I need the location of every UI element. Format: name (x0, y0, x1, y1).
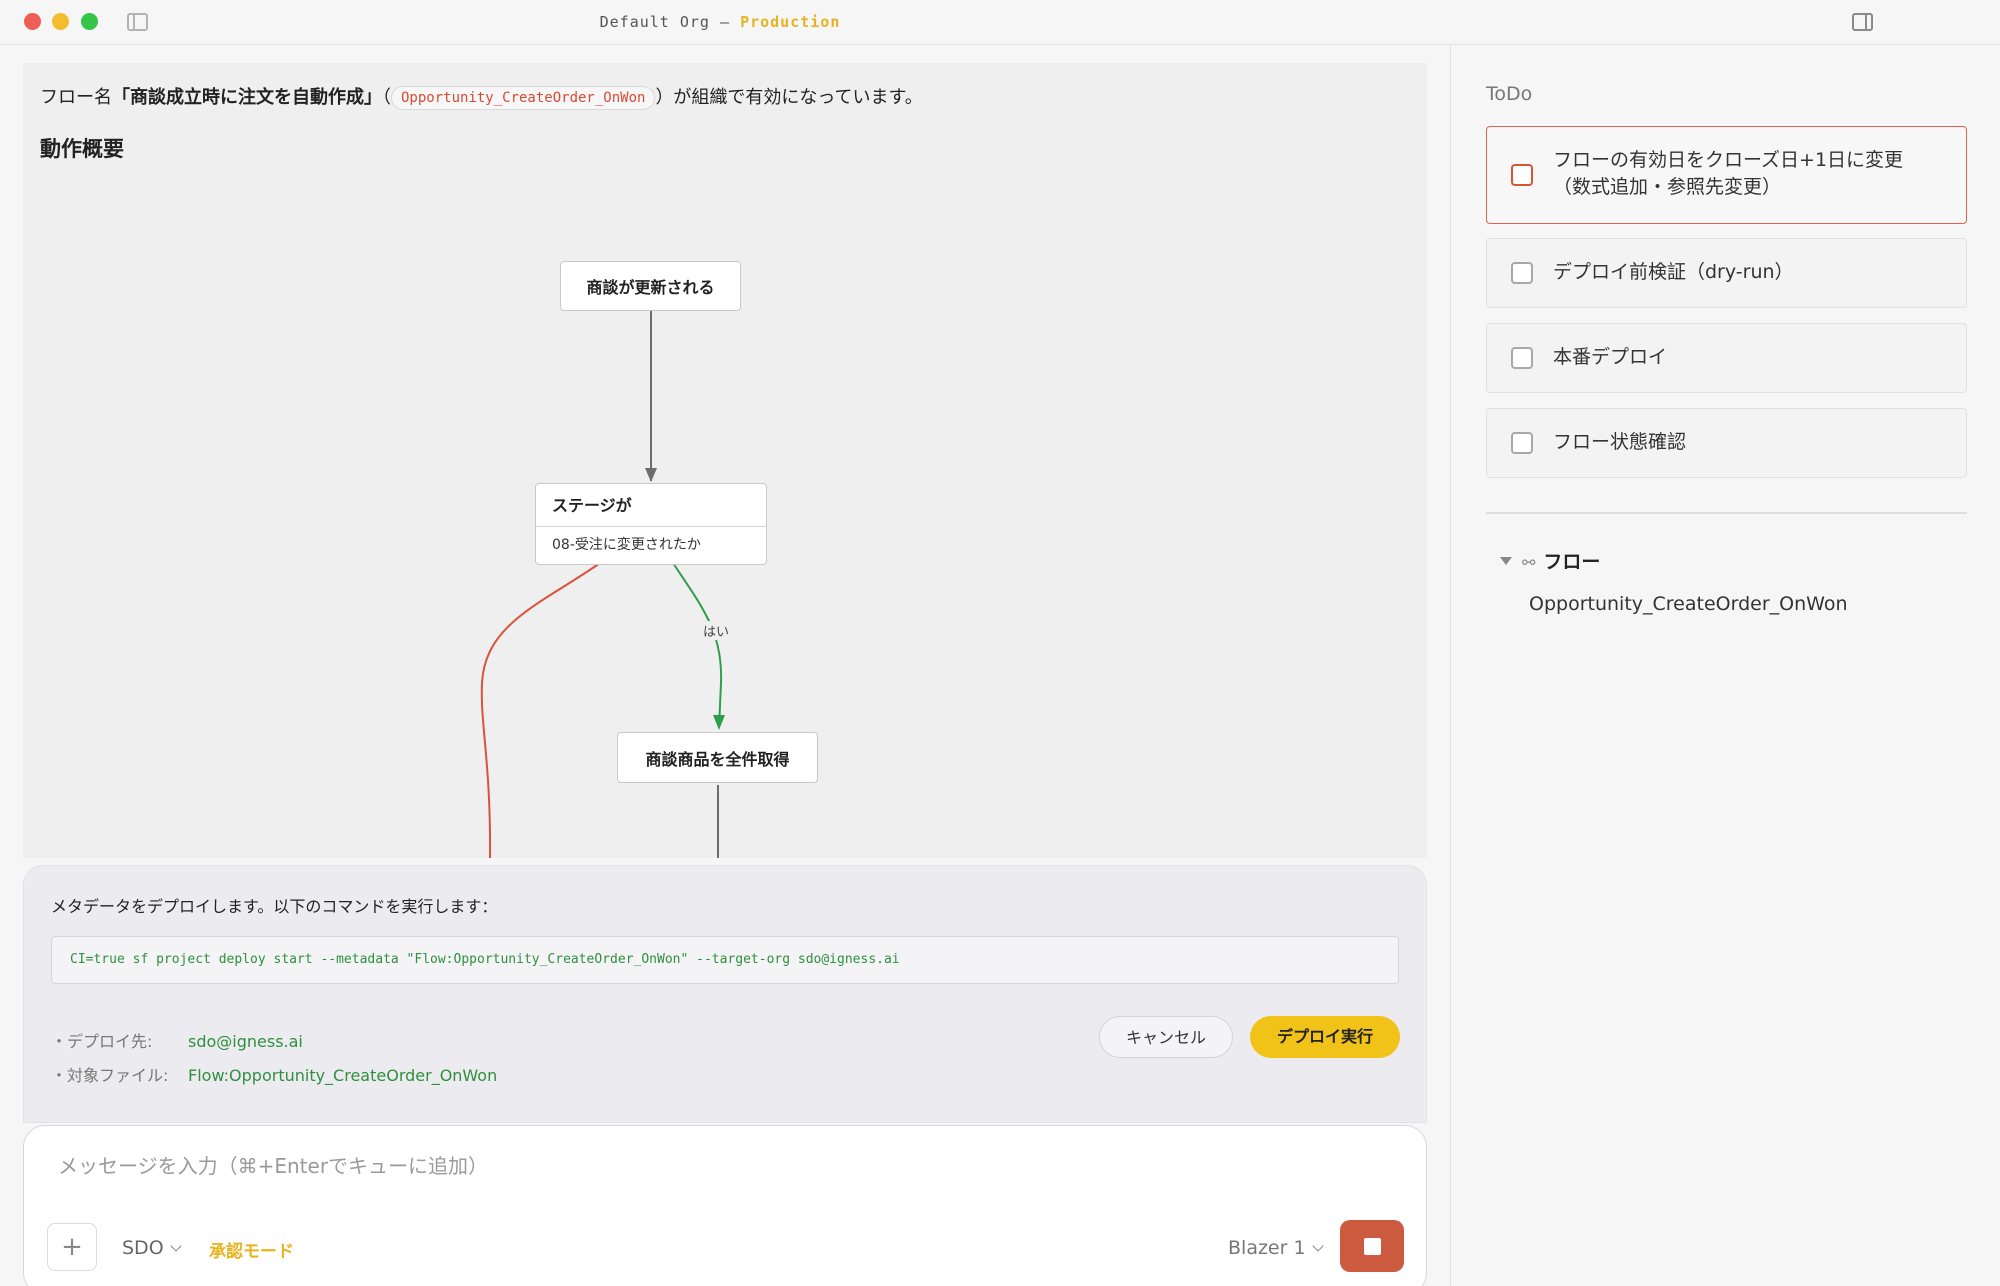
todo-item-dry-run[interactable]: デプロイ前検証（dry-run） (1486, 238, 1967, 308)
model-select[interactable]: Blazer 1 (1228, 1237, 1324, 1259)
cancel-button[interactable]: キャンセル (1099, 1016, 1233, 1058)
chevron-down-icon (1311, 1240, 1324, 1252)
add-attachment-button[interactable]: + (47, 1223, 97, 1271)
stop-button[interactable] (1340, 1220, 1404, 1272)
flow-start-node: 商談が更新される (560, 261, 741, 311)
todo-checkbox[interactable] (1511, 347, 1533, 369)
model-select-value: Blazer 1 (1228, 1237, 1306, 1259)
deploy-target-key: ・デプロイ先: (51, 1032, 153, 1051)
org-name: Default Org – (599, 13, 741, 31)
todo-label: 本番デプロイ (1553, 346, 1668, 368)
sidebar-divider (1486, 512, 1967, 514)
todo-label: フロー状態確認 (1553, 431, 1687, 453)
stop-icon (1364, 1238, 1381, 1255)
deploy-file-key: ・対象ファイル: (51, 1066, 169, 1085)
deploy-button[interactable]: デプロイ実行 (1250, 1016, 1400, 1058)
approval-mode-toggle[interactable]: 承認モード (209, 1237, 294, 1262)
edge-yes-arrowhead (713, 715, 725, 730)
flow-section-toggle[interactable]: ⚯ フロー (1500, 547, 1600, 574)
edge-decision-no (480, 562, 601, 858)
deploy-command: CI=true sf project deploy start --metada… (51, 936, 1399, 984)
flow-list-item[interactable]: Opportunity_CreateOrder_OnWon (1529, 593, 1847, 615)
edge-start-arrowhead (645, 468, 657, 482)
deploy-file-value: Flow:Opportunity_CreateOrder_OnWon (188, 1066, 498, 1085)
main-area: フロー名「商談成立時に注文を自動作成」（ Opportunity_CreateOr… (0, 45, 1450, 1286)
edge-yes-label: はい (703, 621, 730, 640)
org-select[interactable]: SDO (122, 1237, 182, 1259)
todo-label: フローの有効日をクローズ日+1日に変更 （数式追加・参照先変更） (1553, 149, 1904, 198)
deploy-target-value: sdo@igness.ai (188, 1032, 303, 1051)
decision-title: ステージが (536, 484, 766, 527)
todo-checkbox[interactable] (1511, 262, 1533, 284)
message-input[interactable] (58, 1154, 1358, 1178)
deploy-description: メタデータをデプロイします。以下のコマンドを実行します： (51, 897, 498, 916)
deploy-target-row: ・デプロイ先: sdo@igness.ai (51, 1028, 303, 1052)
environment-label: Production (740, 13, 841, 31)
org-select-value: SDO (122, 1237, 164, 1259)
todo-checkbox[interactable] (1511, 164, 1533, 186)
chevron-down-icon (169, 1240, 182, 1252)
edge-decision-yes (672, 562, 723, 729)
window-title: Default Org – Production (0, 13, 1440, 31)
decision-condition: 08-受注に変更されたか (552, 537, 701, 553)
todo-item-production-deploy[interactable]: 本番デプロイ (1486, 323, 1967, 393)
todo-checkbox[interactable] (1511, 432, 1533, 454)
deploy-confirmation-card: メタデータをデプロイします。以下のコマンドを実行します： CI=true sf … (23, 865, 1427, 1123)
todo-item-change-effective-date[interactable]: フローの有効日をクローズ日+1日に変更 （数式追加・参照先変更） (1486, 126, 1967, 224)
message-composer: + SDO 承認モード Blazer 1 (23, 1125, 1427, 1286)
flow-section-heading: フロー (1543, 551, 1601, 573)
flow-action-node: 商談商品を全件取得 (617, 732, 818, 783)
right-sidebar: ToDo フローの有効日をクローズ日+1日に変更 （数式追加・参照先変更） デプ… (1451, 45, 2000, 1286)
disclosure-triangle-icon (1500, 557, 1512, 565)
right-panel-toggle-icon[interactable] (1852, 13, 1873, 31)
flow-decision-node: ステージが 08-受注に変更されたか (535, 483, 767, 565)
todo-item-flow-status-check[interactable]: フロー状態確認 (1486, 408, 1967, 478)
todo-heading: ToDo (1486, 83, 1533, 105)
deploy-file-row: ・対象ファイル: Flow:Opportunity_CreateOrder_OnW… (51, 1062, 497, 1086)
message-content: フロー名「商談成立時に注文を自動作成」（ Opportunity_CreateOr… (23, 63, 1427, 858)
link-icon: ⚯ (1522, 553, 1536, 572)
todo-label: デプロイ前検証（dry-run） (1553, 261, 1794, 283)
title-bar: Default Org – Production (0, 0, 2000, 45)
